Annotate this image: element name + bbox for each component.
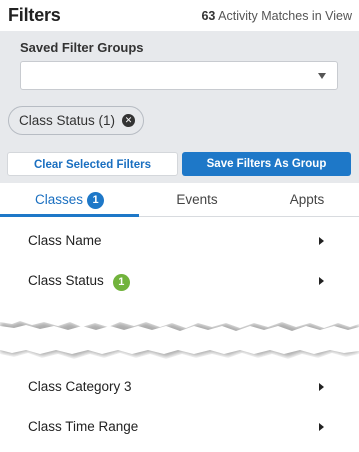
save-filters-as-group-button[interactable]: Save Filters As Group (182, 152, 351, 176)
filter-tabs: Classes 1 Events Appts (0, 183, 359, 217)
filter-row-label: Class Name (28, 233, 102, 248)
saved-filter-groups-label: Saved Filter Groups (20, 40, 144, 55)
page-title: Filters (8, 5, 61, 25)
filter-row-class-category-3[interactable]: Class Category 3 (0, 367, 359, 407)
filter-actions: Clear Selected Filters Save Filters As G… (0, 145, 359, 183)
filter-row-label-text: Class Status (28, 273, 104, 288)
filter-row-class-name[interactable]: Class Name (0, 221, 359, 261)
activity-match-count: 63 Activity Matches in View (201, 9, 352, 23)
clear-selected-filters-button[interactable]: Clear Selected Filters (7, 152, 178, 176)
tab-appts[interactable]: Appts (255, 183, 359, 217)
filter-row-class-time-range[interactable]: Class Time Range (0, 407, 359, 447)
saved-filter-groups-panel: Saved Filter Groups (0, 31, 359, 99)
match-count-number: 63 (201, 9, 216, 23)
chevron-right-icon (319, 237, 324, 245)
tab-count-badge: 1 (87, 192, 104, 209)
filter-row-label: Class Category 3 (28, 379, 132, 394)
close-icon[interactable]: ✕ (122, 114, 136, 127)
filter-row-label: Class Time Range (28, 419, 139, 434)
tab-classes[interactable]: Classes 1 (0, 183, 139, 217)
active-filter-chips: Class Status (1) ✕ (0, 99, 359, 145)
filter-chip-class-status[interactable]: Class Status (1) ✕ (8, 106, 145, 135)
filter-chip-label: Class Status (1) (19, 113, 116, 128)
chevron-down-icon (318, 73, 326, 79)
tab-label: Classes (34, 192, 83, 207)
filter-row-class-status[interactable]: Class Status 1 (0, 261, 359, 301)
selected-count-badge: 1 (112, 274, 130, 291)
match-count-text: Activity Matches in View (218, 9, 352, 23)
chevron-right-icon (319, 423, 324, 431)
filter-row-label: Class Status 1 (28, 273, 130, 291)
chevron-right-icon (319, 383, 324, 391)
chevron-right-icon (319, 277, 324, 285)
saved-filter-groups-select[interactable] (20, 61, 338, 90)
tab-events[interactable]: Events (139, 183, 255, 217)
filters-header: Filters 63 Activity Matches in View (0, 0, 359, 31)
